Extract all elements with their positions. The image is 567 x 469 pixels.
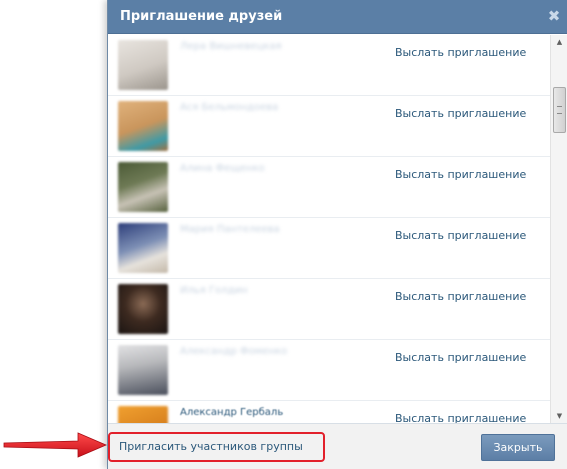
send-invite-link[interactable]: Выслать приглашение (395, 46, 526, 59)
invite-group-members-link[interactable]: Пригласить участников группы (119, 440, 303, 453)
friend-row: Мария Пантелеева Выслать приглашение (108, 218, 550, 279)
send-invite-link[interactable]: Выслать приглашение (395, 290, 526, 303)
avatar (118, 101, 168, 151)
send-invite-link[interactable]: Выслать приглашение (395, 107, 526, 120)
scroll-up-icon[interactable]: ▲ (551, 35, 567, 49)
friend-row: Ася Бельмондоева Выслать приглашение (108, 96, 550, 157)
dialog-title: Приглашение друзей (120, 9, 283, 24)
avatar (118, 162, 168, 212)
avatar (118, 406, 168, 423)
red-arrow-icon (3, 432, 108, 458)
avatar (118, 223, 168, 273)
friend-name[interactable]: Лера Вишневецкая (180, 41, 282, 52)
send-invite-link[interactable]: Выслать приглашение (395, 229, 526, 242)
list-scrollbar[interactable]: ▲ ▼ (550, 35, 567, 423)
invite-friends-dialog: Приглашение друзей ✖ Лера Вишневецкая Вы… (107, 0, 567, 469)
friend-name[interactable]: Мария Пантелеева (180, 224, 280, 235)
friend-name[interactable]: Илья Голдин (180, 285, 248, 296)
scrollbar-thumb[interactable] (553, 87, 566, 133)
close-icon[interactable]: ✖ (546, 8, 562, 24)
friend-name[interactable]: Ася Бельмондоева (180, 102, 278, 113)
send-invite-link[interactable]: Выслать приглашение (395, 351, 526, 364)
avatar (118, 40, 168, 90)
friend-row: Алина Фещенко Выслать приглашение (108, 157, 550, 218)
friend-row: Лера Вишневецкая Выслать приглашение (108, 35, 550, 96)
friend-row: Александр Фоменко Выслать приглашение (108, 340, 550, 401)
friend-row: Александр Гербаль Выслать приглашение (108, 401, 550, 423)
dialog-titlebar: Приглашение друзей ✖ (108, 0, 567, 34)
friend-row: Илья Голдин Выслать приглашение (108, 279, 550, 340)
friend-name[interactable]: Алина Фещенко (180, 163, 265, 174)
scroll-down-icon[interactable]: ▼ (551, 409, 567, 423)
avatar (118, 284, 168, 334)
dialog-footer: Пригласить участников группы Закрыть (108, 423, 567, 469)
friend-name[interactable]: Александр Гербаль (180, 407, 283, 418)
avatar (118, 345, 168, 395)
friend-name[interactable]: Александр Фоменко (180, 346, 287, 357)
send-invite-link[interactable]: Выслать приглашение (395, 168, 526, 181)
friends-list: Лера Вишневецкая Выслать приглашение Ася… (108, 35, 550, 423)
send-invite-link[interactable]: Выслать приглашение (395, 412, 526, 423)
screen: Приглашение друзей ✖ Лера Вишневецкая Вы… (0, 0, 567, 469)
close-button[interactable]: Закрыть (481, 434, 555, 461)
